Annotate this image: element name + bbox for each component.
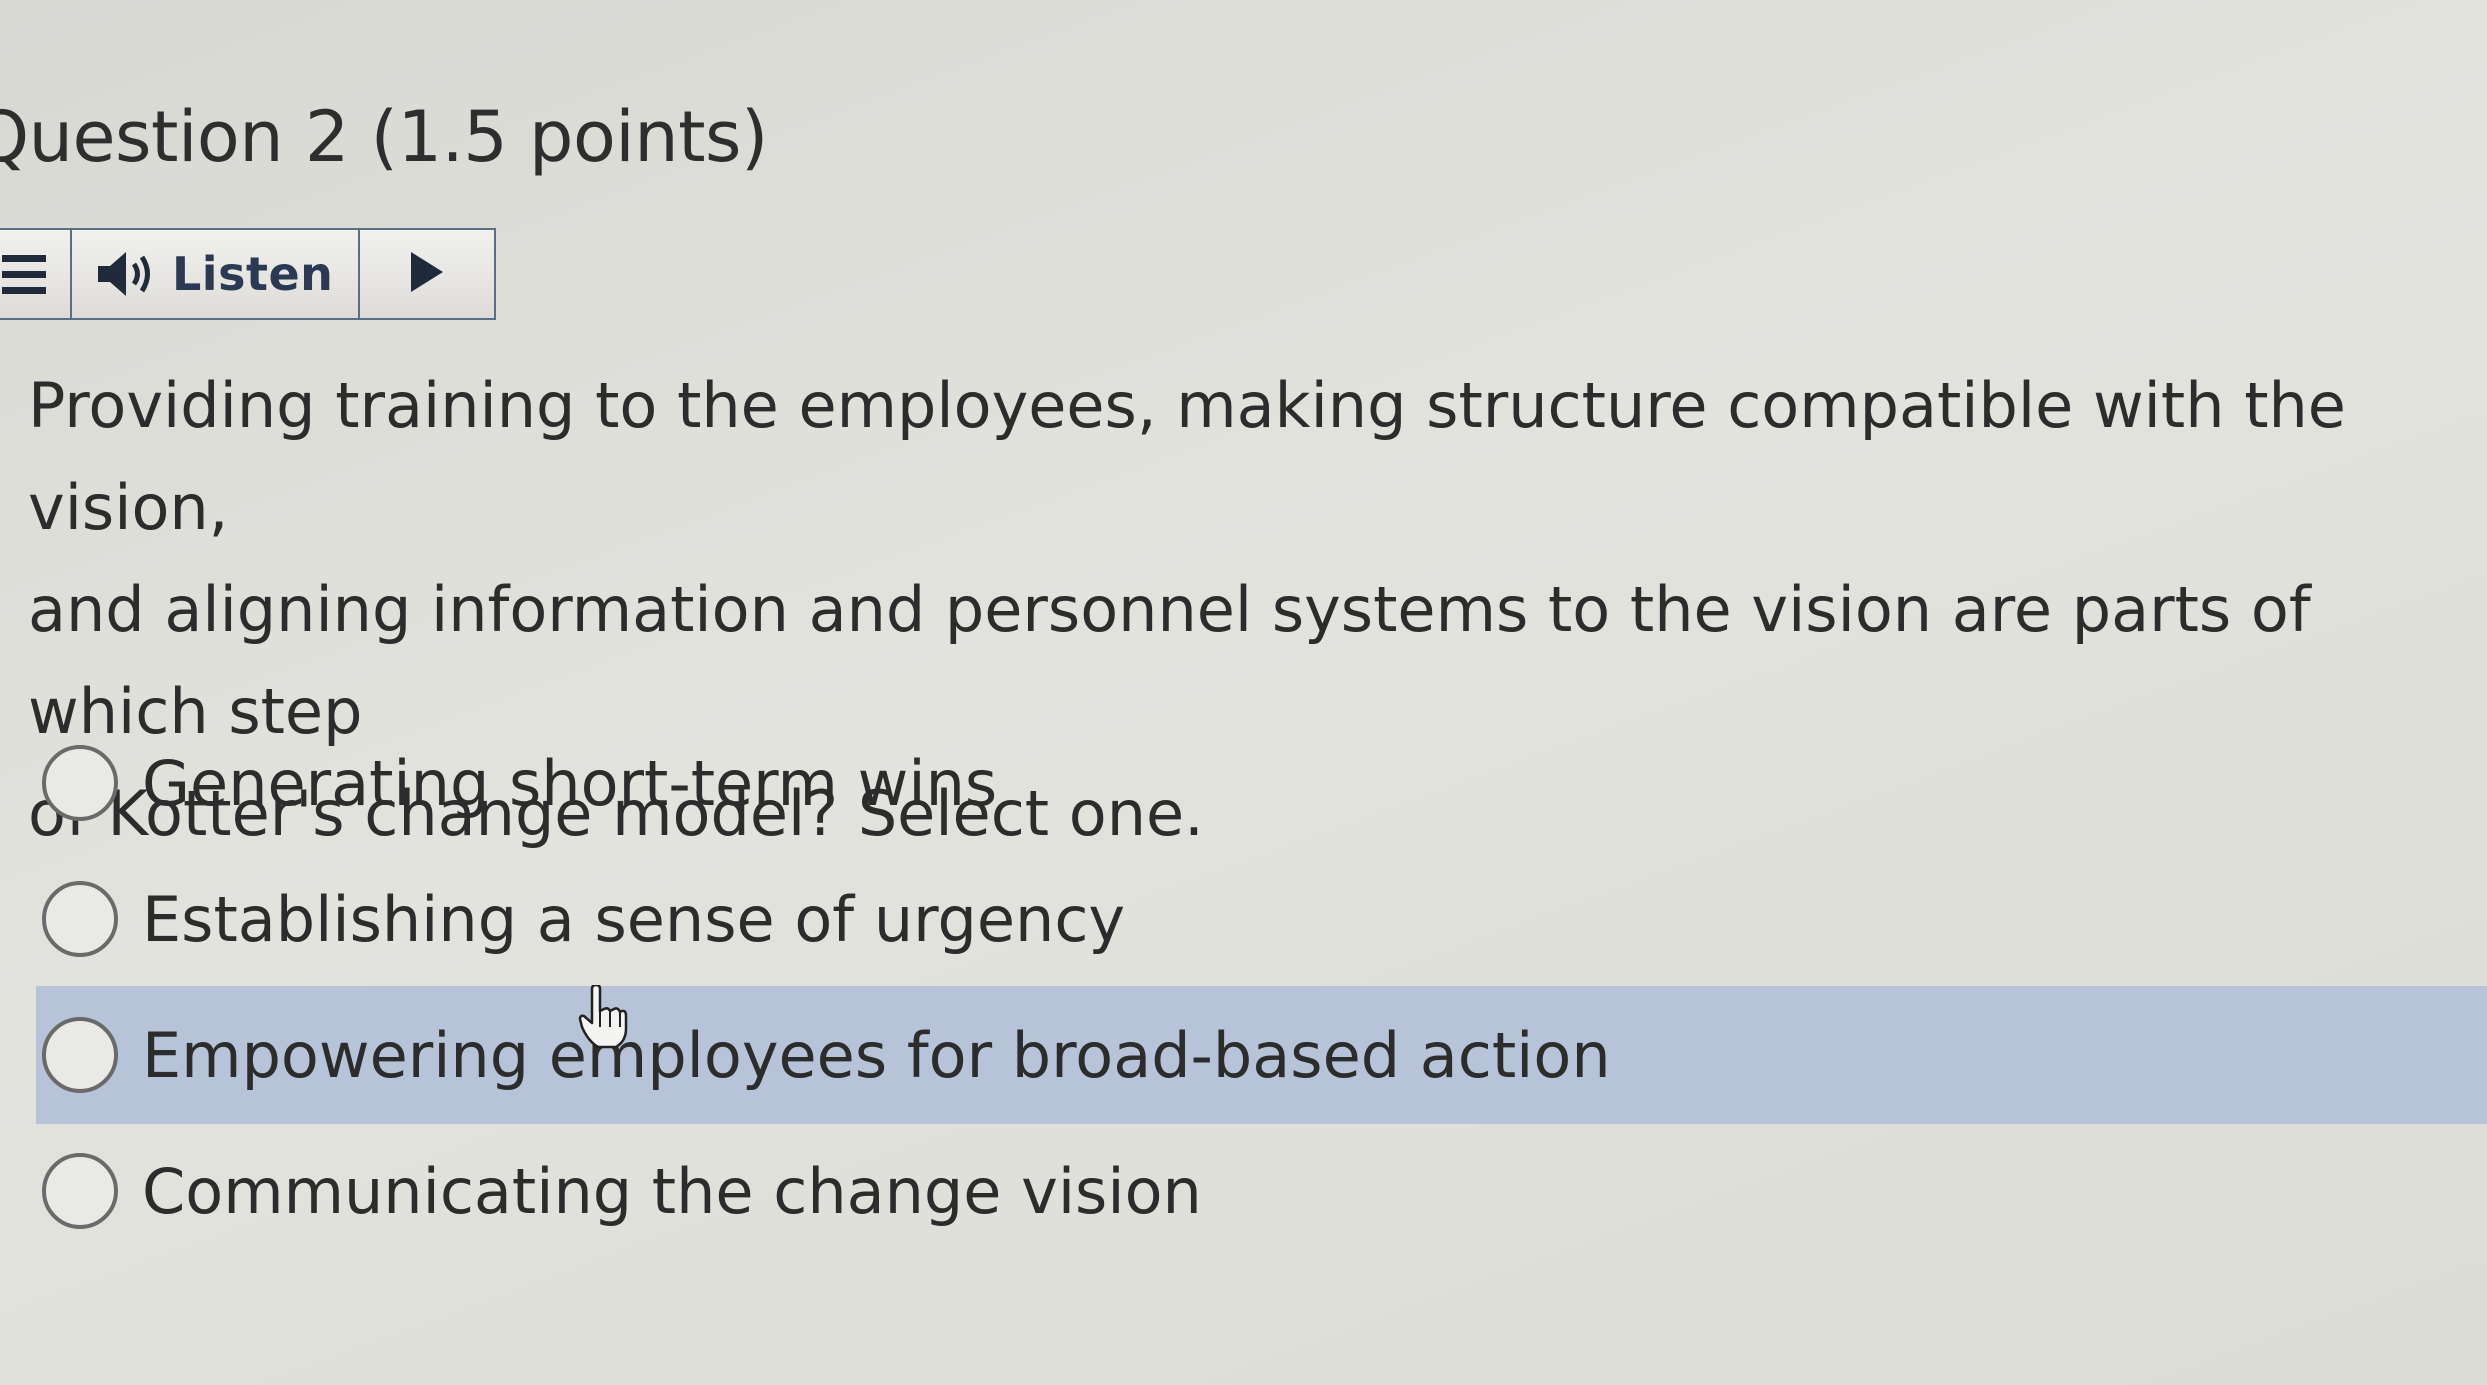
- option-label: Empowering employees for broad-based act…: [142, 1018, 1611, 1092]
- radio-button[interactable]: [42, 881, 118, 957]
- play-button[interactable]: [360, 230, 494, 318]
- speaker-icon: [96, 248, 158, 300]
- listen-toolbar: Listen: [0, 228, 496, 320]
- option-label: Communicating the change vision: [142, 1154, 1202, 1228]
- radio-button[interactable]: [42, 745, 118, 821]
- answer-option[interactable]: Generating short-term wins: [36, 714, 997, 852]
- question-points: (1.5 points): [370, 96, 769, 178]
- question-title: Question 2 (1.5 points): [0, 102, 768, 172]
- answer-option[interactable]: Empowering employees for broad-based act…: [36, 986, 2487, 1124]
- hand-cursor-icon: [578, 983, 628, 1053]
- play-icon: [407, 250, 447, 298]
- radio-button[interactable]: [42, 1017, 118, 1093]
- option-label: Generating short-term wins: [142, 746, 998, 820]
- menu-icon[interactable]: [0, 230, 72, 318]
- listen-label: Listen: [172, 247, 334, 301]
- radio-button[interactable]: [42, 1153, 118, 1229]
- question-number: Question 2: [0, 96, 349, 178]
- option-label: Establishing a sense of urgency: [142, 882, 1126, 956]
- quiz-page: Question 2 (1.5 points) Listen Providing…: [0, 0, 2487, 1385]
- answer-option[interactable]: Establishing a sense of urgency: [36, 850, 1125, 988]
- answer-option[interactable]: Communicating the change vision: [36, 1122, 1202, 1260]
- listen-button[interactable]: Listen: [72, 230, 360, 318]
